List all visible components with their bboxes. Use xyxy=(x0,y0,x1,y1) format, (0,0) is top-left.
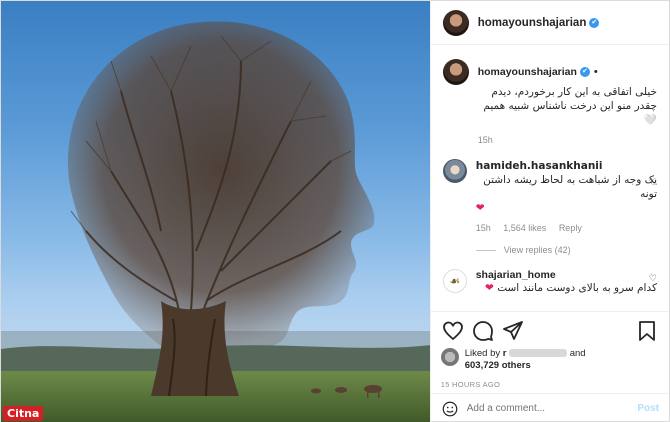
liked-by-label: Liked by xyxy=(464,348,501,359)
caption-username[interactable]: homayounshajarian xyxy=(478,66,577,78)
comment-body: یک وجه از شباهت به لحاظ ریشه داشتن تونه xyxy=(483,174,657,200)
comment-username[interactable]: hamideh.hasankhanii xyxy=(476,160,603,172)
add-comment-bar: Post xyxy=(430,393,669,422)
citna-watermark: Citna xyxy=(3,406,44,421)
tree-head-illustration xyxy=(1,21,430,422)
caption-meta: 15h xyxy=(478,135,657,145)
post-actions: Liked by r and 603,729 others 15 HOURS A… xyxy=(430,311,669,422)
post-side-panel: homayounshajarian ✔ homayounshajarian ✔ … xyxy=(429,1,669,422)
comment-item: hamideh.hasankhanii یک وجه از شباهت به ل… xyxy=(442,159,657,233)
avatar[interactable] xyxy=(442,159,467,183)
blurred-username xyxy=(509,349,568,358)
comment-like-heart-icon[interactable]: ♡ xyxy=(649,273,657,284)
comment-username[interactable]: shajarian_home xyxy=(476,269,556,281)
post-header: homayounshajarian ✔ xyxy=(430,1,669,45)
comment-meta: 15h 1,564 likes Reply xyxy=(476,223,657,233)
comment-like-heart-icon[interactable]: ♡ xyxy=(649,177,657,188)
comments-section: homayounshajarian ✔ • خیلی اتفاقی به این… xyxy=(431,45,669,311)
comment-text: یک وجه از شباهت به لحاظ ریشه داشتن تونه … xyxy=(476,173,657,215)
reply-button[interactable]: Reply xyxy=(559,223,582,233)
post-author-username[interactable]: homayounshajarian xyxy=(478,17,587,29)
instagram-post: Citna homayounshajarian ✔ homayounshajar… xyxy=(0,0,670,422)
comment-time[interactable]: 15h xyxy=(476,223,491,233)
caption-text: خیلی اتفاقی به این کار برخوردم، دیدم چقد… xyxy=(478,85,657,127)
like-heart-icon[interactable] xyxy=(441,319,465,343)
comment-body: کدام سرو به بالای دوست مانند است xyxy=(497,282,657,294)
divider xyxy=(475,249,496,251)
red-heart-emoji: ❤ xyxy=(475,202,485,214)
view-replies-label: View replies (42) xyxy=(503,245,571,255)
comment-input[interactable] xyxy=(466,403,638,414)
comment-text: کدام سرو به بالای دوست مانند است ❤ xyxy=(476,281,657,295)
comment-likes[interactable]: 1,564 likes xyxy=(503,223,546,233)
verified-badge-icon: ✔ xyxy=(579,67,590,77)
avatar[interactable] xyxy=(442,9,469,36)
likes-summary: Liked by r and 603,729 others xyxy=(440,348,659,372)
post-comment-button[interactable]: Post xyxy=(637,403,659,414)
emoji-smiley-icon[interactable] xyxy=(441,400,459,418)
view-replies-button[interactable]: View replies (42) xyxy=(475,245,657,255)
white-heart-emoji: 🤍 xyxy=(643,114,657,126)
likes-count[interactable]: 603,729 others xyxy=(465,360,531,371)
post-image[interactable]: Citna xyxy=(1,1,430,422)
avatar[interactable]: ☙ xyxy=(442,269,467,293)
bookmark-icon[interactable] xyxy=(635,319,659,343)
caption-body: خیلی اتفاقی به این کار برخوردم، دیدم چقد… xyxy=(483,86,657,112)
liked-by-user[interactable]: r xyxy=(503,348,507,359)
dot-separator: • xyxy=(593,66,598,78)
comment-bubble-icon[interactable] xyxy=(471,319,495,343)
post-timestamp[interactable]: 15 HOURS AGO xyxy=(441,380,659,389)
liked-and: and xyxy=(569,348,586,359)
share-direct-icon[interactable] xyxy=(501,319,525,343)
red-heart-emoji: ❤ xyxy=(485,282,494,294)
caption-row: homayounshajarian ✔ • خیلی اتفاقی به این… xyxy=(442,59,657,145)
avatar[interactable] xyxy=(442,59,469,85)
verified-badge-icon: ✔ xyxy=(589,17,600,28)
comment-item: ☙ shajarian_home کدام سرو به بالای دوست … xyxy=(442,269,657,295)
avatar[interactable] xyxy=(440,348,459,366)
caption-time[interactable]: 15h xyxy=(478,135,493,145)
